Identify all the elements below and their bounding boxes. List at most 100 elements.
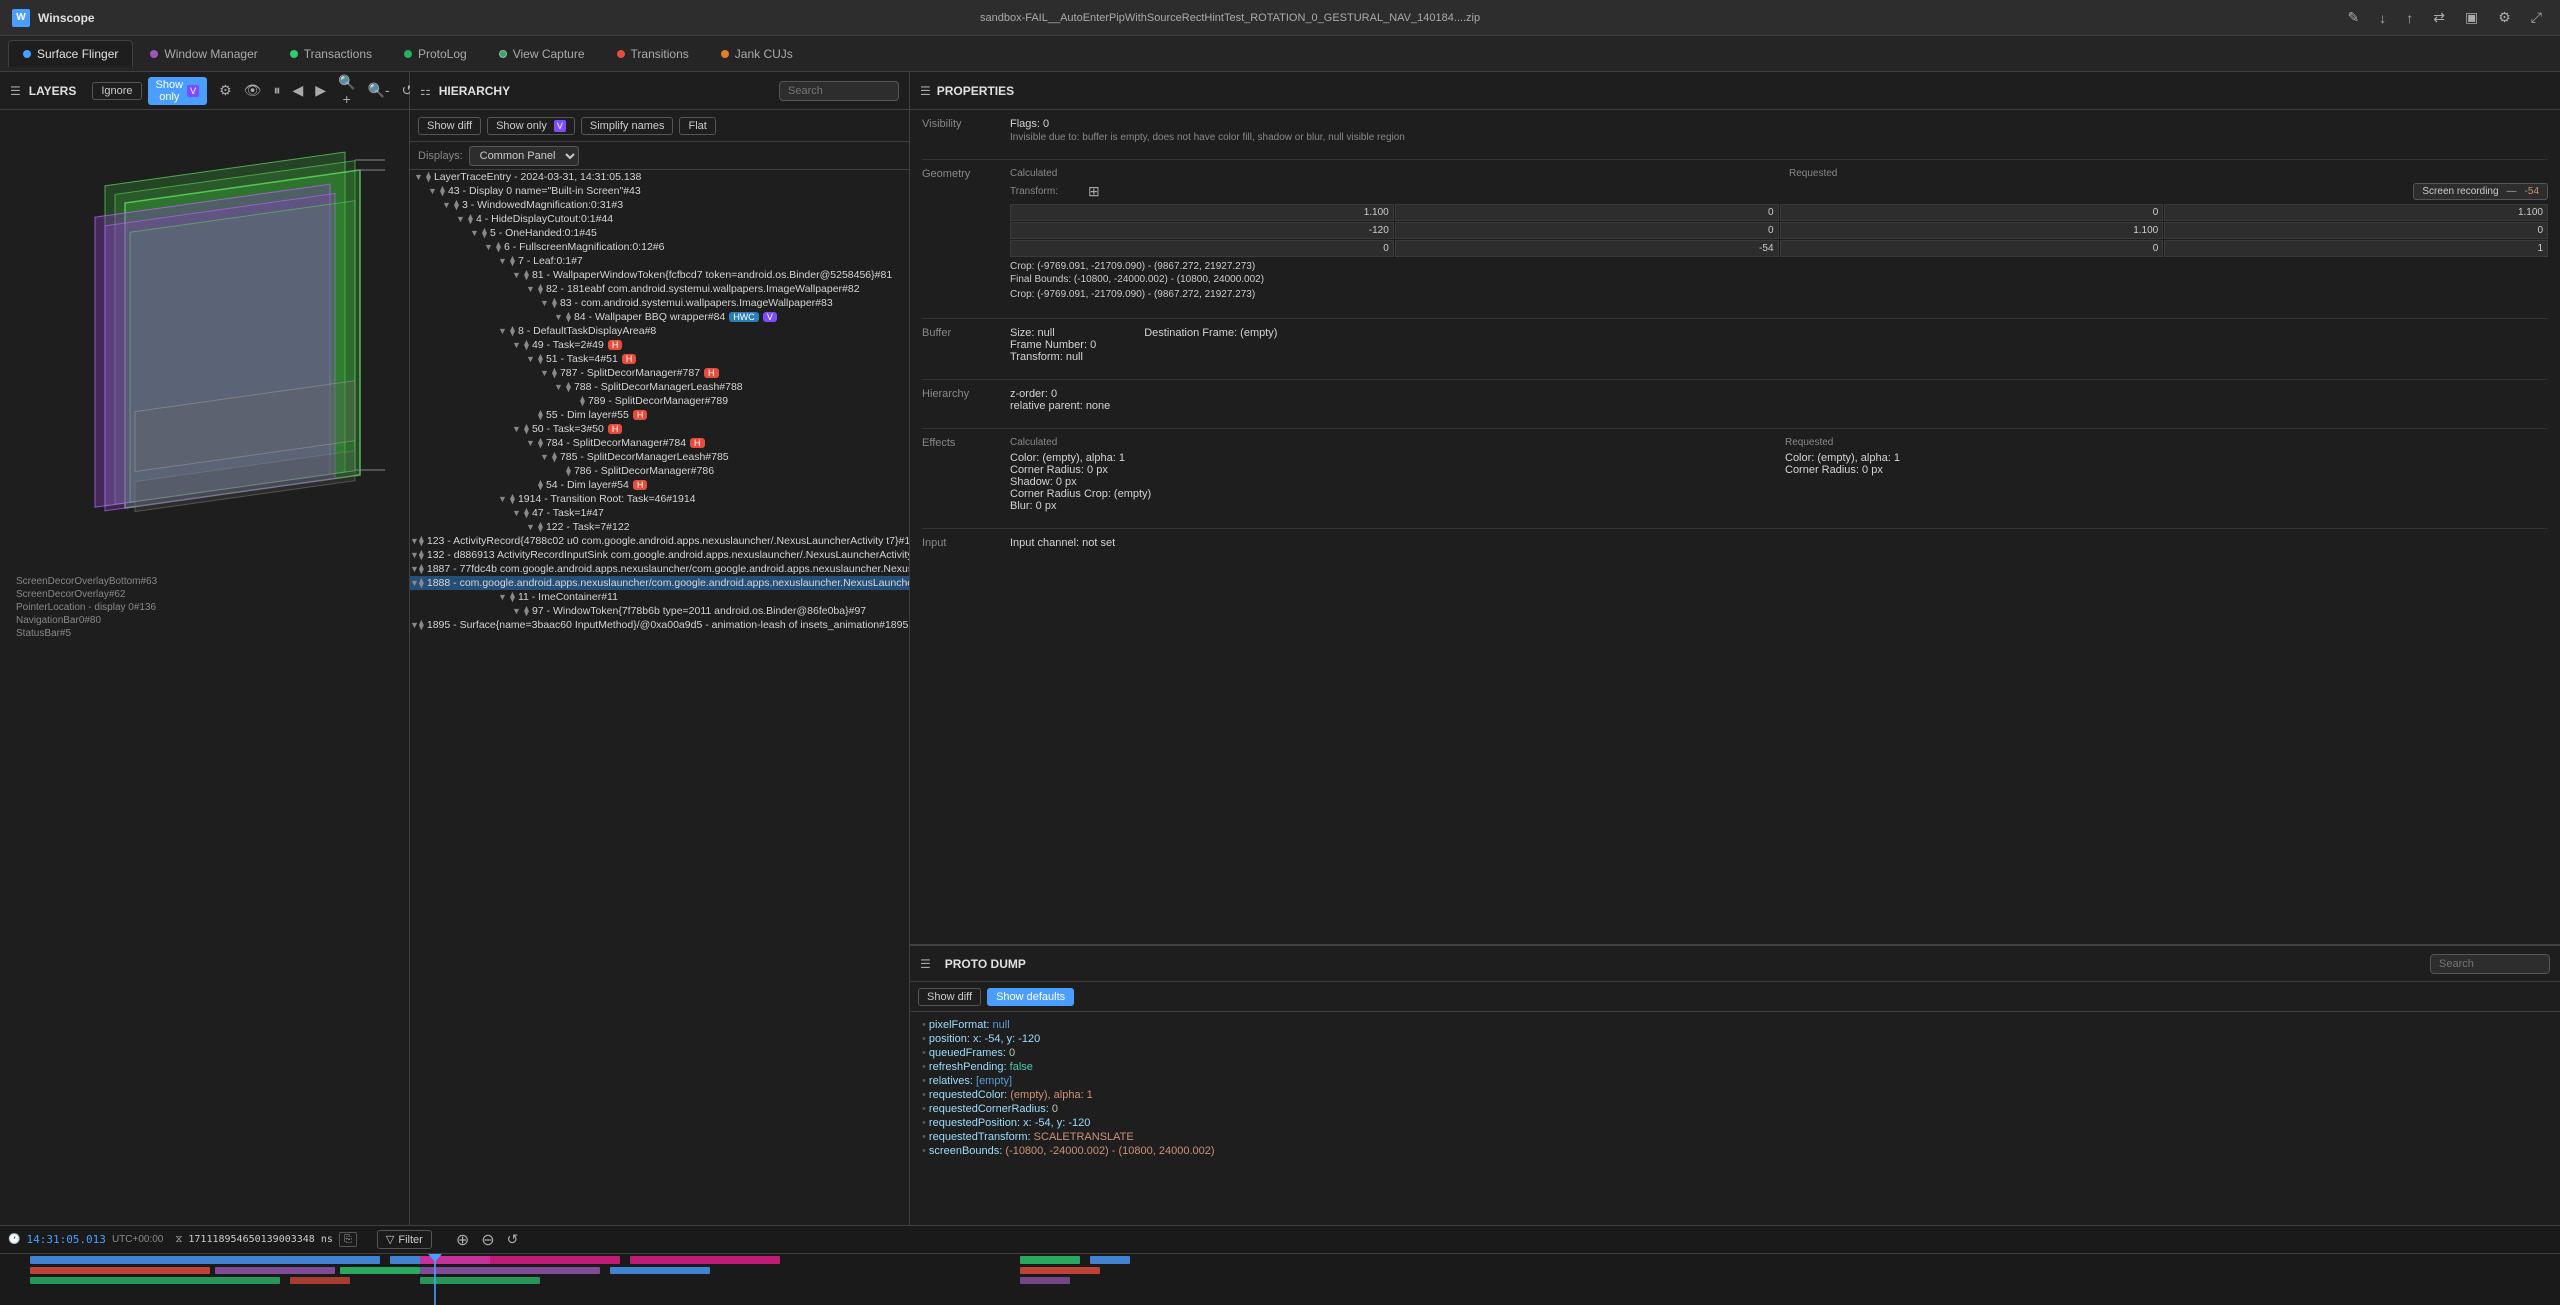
mc-9: -54	[1395, 240, 1779, 257]
transform-null: Transform: null	[1010, 351, 1096, 363]
tree-item-13[interactable]: ▼⧫51 - Task=4#51H	[410, 352, 909, 366]
tree-icon-25: ⧫	[538, 522, 543, 533]
properties-title: PROPERTIES	[937, 84, 1014, 98]
tree-item-18[interactable]: ▼⧫50 - Task=3#50H	[410, 422, 909, 436]
upload-button[interactable]: ↑	[2400, 6, 2419, 30]
tab-view-capture[interactable]: View Capture	[484, 40, 600, 67]
layer-label-1: ScreenDecorOverlay#62	[16, 589, 393, 600]
tree-arrow-9: ▼	[540, 298, 552, 308]
tree-item-28[interactable]: ▼⧫1887 - 77fdc4b com.google.android.apps…	[410, 562, 909, 576]
settings-layers-button[interactable]: ⚙	[215, 72, 236, 109]
tab-protolog[interactable]: ProtoLog	[389, 40, 482, 67]
tree-item-17[interactable]: ⧫55 - Dim layer#55H	[410, 408, 909, 422]
show-only-button[interactable]: Show only V	[148, 77, 208, 105]
zoom-in-layers-button[interactable]: 🔍+	[334, 72, 359, 109]
expand-button[interactable]: ⤢	[2525, 5, 2548, 30]
tree-icon-0: ⧫	[426, 172, 431, 183]
time-info: 🕐 14:31:05.013 UTC+00:00	[8, 1233, 163, 1246]
proto-dump-panel: ☰ PROTO DUMP Show diff Show defaults pix…	[910, 945, 2560, 1225]
input-label: Input	[922, 537, 1002, 549]
tree-item-30[interactable]: ▼⧫11 - ImeContainer#11	[410, 590, 909, 604]
download-button[interactable]: ↓	[2373, 6, 2392, 30]
tree-item-22[interactable]: ⧫54 - Dim layer#54H	[410, 478, 909, 492]
tree-item-15[interactable]: ▼⧫788 - SplitDecorManagerLeash#788	[410, 380, 909, 394]
window-button[interactable]: ▣	[2459, 5, 2484, 30]
proto-item-2: queuedFrames: 0	[922, 1046, 2548, 1060]
visibility-row: Visibility Flags: 0 Invisible due to: bu…	[922, 118, 2548, 143]
proto-header: ☰ PROTO DUMP	[910, 946, 2560, 982]
displays-select[interactable]: Common Panel	[469, 146, 579, 166]
tree-item-23[interactable]: ▼⧫1914 - Transition Root: Task=46#1914	[410, 492, 909, 506]
mc-1: 0	[1395, 204, 1779, 221]
tab-window-manager[interactable]: Window Manager	[135, 40, 272, 67]
tree-item-5[interactable]: ▼⧫6 - FullscreenMagnification:0:12#6	[410, 240, 909, 254]
tree-item-11[interactable]: ▼⧫8 - DefaultTaskDisplayArea#8	[410, 324, 909, 338]
crop-req: Crop: (-9769.091, -21709.090) - (9867.27…	[1010, 289, 2548, 300]
settings-button[interactable]: ⚙	[2492, 5, 2517, 30]
eye-button[interactable]: 👁	[240, 72, 266, 109]
tree-item-26[interactable]: ▼⧫123 - ActivityRecord{4788c02 u0 com.go…	[410, 534, 909, 548]
tree-item-10[interactable]: ▼⧫84 - Wallpaper BBQ wrapper#84HWCV	[410, 310, 909, 324]
filter-button[interactable]: ▽ Filter	[377, 1230, 432, 1249]
tree-text-6: 7 - Leaf:0:1#7	[518, 255, 583, 267]
tree-item-16[interactable]: ⧫789 - SplitDecorManager#789	[410, 394, 909, 408]
badge-h-13: H	[622, 354, 637, 364]
transform-row: Transform: ⊞ Screen recording — -54	[1010, 183, 2548, 200]
tree-item-3[interactable]: ▼⧫4 - HideDisplayCutout:0:1#44	[410, 212, 909, 226]
proto-show-diff-button[interactable]: Show diff	[918, 988, 981, 1006]
proto-show-defaults-button[interactable]: Show defaults	[987, 988, 1074, 1006]
tree-item-27[interactable]: ▼⧫132 - d886913 ActivityRecordInputSink …	[410, 548, 909, 562]
zoom-out-timeline[interactable]: ⊖	[477, 1228, 498, 1252]
ignore-button[interactable]: Ignore	[92, 82, 141, 100]
tab-transactions[interactable]: Transactions	[275, 40, 387, 67]
hierarchy-search-input[interactable]	[779, 81, 899, 101]
tree-item-14[interactable]: ▼⧫787 - SplitDecorManager#787H	[410, 366, 909, 380]
tree-item-24[interactable]: ▼⧫47 - Task=1#47	[410, 506, 909, 520]
proto-search-input[interactable]	[2430, 954, 2550, 974]
tree-item-0[interactable]: ▼⧫LayerTraceEntry - 2024-03-31, 14:31:05…	[410, 170, 909, 184]
tab-jank-cujs[interactable]: Jank CUJs	[706, 40, 808, 67]
tree-arrow-32: ▼	[410, 620, 419, 630]
tree-item-20[interactable]: ▼⧫785 - SplitDecorManagerLeash#785	[410, 450, 909, 464]
tree-item-21[interactable]: ⧫786 - SplitDecorManager#786	[410, 464, 909, 478]
tree-item-19[interactable]: ▼⧫784 - SplitDecorManager#784H	[410, 436, 909, 450]
proto-key-0: pixelFormat:	[929, 1019, 990, 1031]
swap-button[interactable]: ⇄	[2427, 5, 2451, 30]
arrow-right-button[interactable]: ▶	[311, 72, 330, 109]
tree-item-1[interactable]: ▼⧫43 - Display 0 name="Built-in Screen"#…	[410, 184, 909, 198]
pause-button[interactable]: ⏸	[269, 72, 284, 109]
zoom-in-timeline[interactable]: ⊕	[452, 1228, 473, 1252]
tree-item-7[interactable]: ▼⧫81 - WallpaperWindowToken{fcfbcd7 toke…	[410, 268, 909, 282]
simplify-names-button[interactable]: Simplify names	[581, 117, 674, 135]
tree-item-9[interactable]: ▼⧫83 - com.android.systemui.wallpapers.I…	[410, 296, 909, 310]
tab-surface-flinger[interactable]: Surface Flinger	[8, 40, 133, 67]
zoom-out-layers-button[interactable]: 🔍-	[363, 72, 393, 109]
proto-content: pixelFormat: nullposition: x: -54, y: -1…	[910, 1012, 2560, 1225]
arrow-left-button[interactable]: ◀	[288, 72, 307, 109]
tree-item-12[interactable]: ▼⧫49 - Task=2#49H	[410, 338, 909, 352]
tree-text-32: 1895 - Surface{name=3baac60 InputMethod}…	[427, 619, 908, 631]
tree-item-25[interactable]: ▼⧫122 - Task=7#122	[410, 520, 909, 534]
tree-item-32[interactable]: ▼⧫1895 - Surface{name=3baac60 InputMetho…	[410, 618, 909, 632]
right-panel: ☰ PROPERTIES Visibility Flags: 0 Invisib…	[910, 72, 2560, 1225]
timeline-track[interactable]	[0, 1254, 2560, 1305]
tree-icon-31: ⧫	[524, 606, 529, 617]
edit-button[interactable]: ✎	[2342, 5, 2366, 30]
tree-item-4[interactable]: ▼⧫5 - OneHanded:0:1#45	[410, 226, 909, 240]
refresh-timeline[interactable]: ↺	[503, 1229, 523, 1250]
tab-transitions[interactable]: Transitions	[602, 40, 704, 67]
hierarchy-content[interactable]: ▼⧫LayerTraceEntry - 2024-03-31, 14:31:05…	[410, 170, 909, 1225]
hierarchy-header: ⚏ HIERARCHY	[410, 72, 909, 110]
tree-item-2[interactable]: ▼⧫3 - WindowedMagnification:0:31#3	[410, 198, 909, 212]
tree-item-8[interactable]: ▼⧫82 - 181eabf com.android.systemui.wall…	[410, 282, 909, 296]
flat-button[interactable]: Flat	[679, 117, 715, 135]
tree-item-6[interactable]: ▼⧫7 - Leaf:0:1#7	[410, 254, 909, 268]
proto-toolbar: Show diff Show defaults	[910, 982, 2560, 1012]
show-diff-button[interactable]: Show diff	[418, 117, 481, 135]
tree-item-31[interactable]: ▼⧫97 - WindowToken{7f78b6b type=2011 and…	[410, 604, 909, 618]
show-only-hier-button[interactable]: Show only V	[487, 117, 575, 135]
copy-ns-button[interactable]: ⎘	[339, 1232, 357, 1247]
properties-panel: ☰ PROPERTIES Visibility Flags: 0 Invisib…	[910, 72, 2560, 945]
tree-icon-23: ⧫	[510, 494, 515, 505]
tree-item-29[interactable]: ▼⧫1888 - com.google.android.apps.nexusla…	[410, 576, 909, 590]
